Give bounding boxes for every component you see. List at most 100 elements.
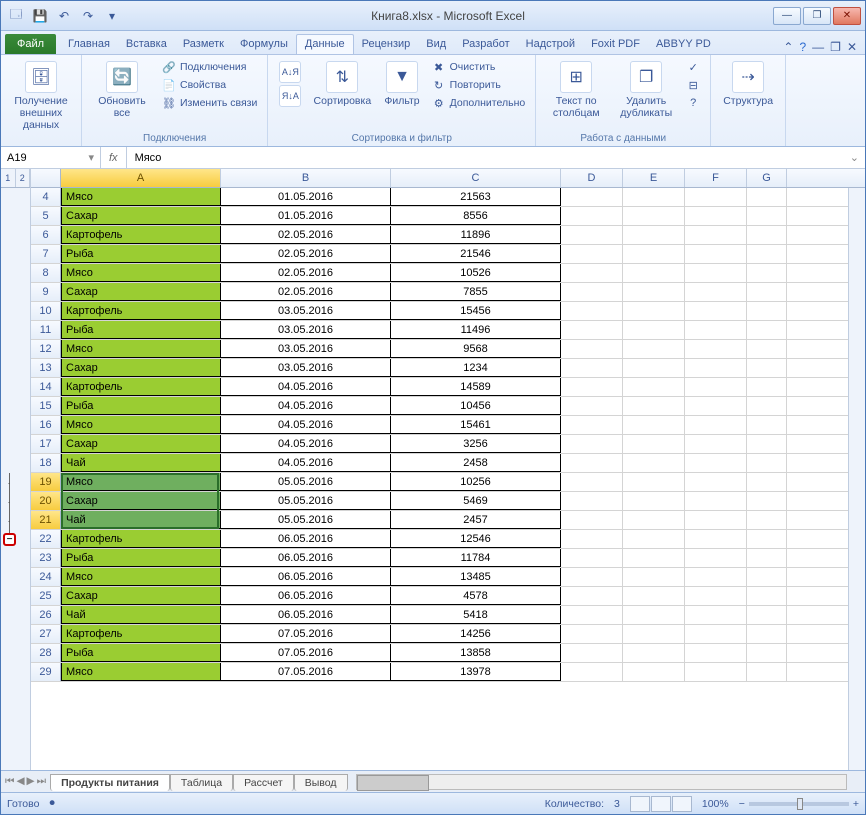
cell[interactable]: 15461 — [391, 416, 561, 434]
cell[interactable]: 02.05.2016 — [221, 245, 391, 263]
cell[interactable]: 03.05.2016 — [221, 340, 391, 358]
tab-file[interactable]: Файл — [5, 34, 56, 54]
cell[interactable] — [685, 416, 747, 434]
cell[interactable]: Картофель — [61, 302, 221, 320]
cell[interactable] — [685, 340, 747, 358]
text-to-columns-button[interactable]: ⊞ Текст по столбцам — [544, 59, 608, 121]
cell[interactable]: 5469 — [391, 492, 561, 510]
fx-icon[interactable]: fx — [101, 147, 127, 168]
advanced-filter-button[interactable]: ⚙Дополнительно — [430, 95, 528, 111]
cell[interactable]: 04.05.2016 — [221, 454, 391, 472]
cell[interactable]: 02.05.2016 — [221, 283, 391, 301]
sheet-nav-first-icon[interactable]: ⏮ — [5, 775, 14, 788]
sort-button[interactable]: ⇅ Сортировка — [310, 59, 374, 109]
zoom-level[interactable]: 100% — [702, 798, 729, 810]
row-header[interactable]: 13 — [31, 359, 61, 377]
cell[interactable]: Мясо — [61, 568, 221, 586]
cell[interactable]: 07.05.2016 — [221, 644, 391, 662]
cell[interactable] — [623, 226, 685, 244]
doc-restore-icon[interactable]: ❐ — [830, 40, 841, 54]
cell[interactable] — [747, 397, 787, 415]
cell[interactable]: 5418 — [391, 606, 561, 624]
cell[interactable] — [623, 435, 685, 453]
cell[interactable] — [561, 264, 623, 282]
cell[interactable] — [747, 378, 787, 396]
cell[interactable]: 13858 — [391, 644, 561, 662]
tab-insert[interactable]: Вставка — [118, 35, 175, 54]
vertical-scrollbar[interactable] — [848, 188, 865, 770]
tab-abbyy[interactable]: ABBYY PD — [648, 35, 719, 54]
doc-minimize-icon[interactable]: — — [812, 40, 824, 54]
cell[interactable] — [623, 492, 685, 510]
cell[interactable] — [685, 644, 747, 662]
cell[interactable] — [623, 397, 685, 415]
cell[interactable]: 21546 — [391, 245, 561, 263]
cell[interactable]: 05.05.2016 — [221, 473, 391, 491]
cell[interactable] — [561, 644, 623, 662]
cell[interactable] — [561, 492, 623, 510]
cell[interactable]: Картофель — [61, 530, 221, 548]
cell[interactable]: 10526 — [391, 264, 561, 282]
tab-data[interactable]: Данные — [296, 34, 354, 54]
cell[interactable]: Сахар — [61, 207, 221, 225]
sheet-nav-prev-icon[interactable]: ◀ — [16, 775, 24, 788]
cell[interactable]: 11896 — [391, 226, 561, 244]
cell[interactable] — [685, 530, 747, 548]
cell[interactable]: Рыба — [61, 549, 221, 567]
cell[interactable]: 06.05.2016 — [221, 568, 391, 586]
tab-developer[interactable]: Разработ — [454, 35, 517, 54]
filter-button[interactable]: ▼ Фильтр — [380, 59, 423, 109]
sheet-nav-next-icon[interactable]: ▶ — [27, 775, 35, 788]
cell[interactable]: 2457 — [391, 511, 561, 529]
col-header-C[interactable]: C — [391, 169, 561, 187]
cell[interactable] — [561, 587, 623, 605]
redo-icon[interactable]: ↷ — [77, 5, 99, 27]
cell[interactable] — [561, 416, 623, 434]
cell[interactable] — [561, 606, 623, 624]
cell[interactable] — [561, 188, 623, 206]
row-header[interactable]: 22 — [31, 530, 61, 548]
horizontal-scrollbar[interactable] — [356, 774, 848, 790]
cell[interactable]: 9568 — [391, 340, 561, 358]
cell[interactable]: Картофель — [61, 226, 221, 244]
cell[interactable] — [747, 264, 787, 282]
row-header[interactable]: 24 — [31, 568, 61, 586]
whatif-button[interactable]: ? — [684, 95, 702, 111]
cell[interactable]: Рыба — [61, 397, 221, 415]
edit-links-button[interactable]: ⛓Изменить связи — [160, 95, 259, 111]
cell[interactable]: 13978 — [391, 663, 561, 681]
zoom-track[interactable] — [749, 802, 849, 806]
cell[interactable] — [561, 340, 623, 358]
row-header[interactable]: 10 — [31, 302, 61, 320]
cell[interactable] — [623, 245, 685, 263]
cell[interactable] — [685, 454, 747, 472]
name-box[interactable]: A19 ▾ — [1, 147, 101, 168]
sheet-tab[interactable]: Вывод — [294, 774, 348, 791]
cell[interactable]: 01.05.2016 — [221, 207, 391, 225]
close-button[interactable]: ✕ — [833, 7, 861, 25]
cell[interactable]: 14256 — [391, 625, 561, 643]
cell[interactable]: 02.05.2016 — [221, 264, 391, 282]
cell[interactable] — [747, 283, 787, 301]
cell[interactable]: 07.05.2016 — [221, 625, 391, 643]
cell[interactable] — [747, 625, 787, 643]
cell[interactable] — [623, 264, 685, 282]
cell[interactable]: Чай — [61, 454, 221, 472]
cell[interactable] — [747, 302, 787, 320]
cell[interactable] — [623, 587, 685, 605]
cell[interactable] — [623, 340, 685, 358]
cell[interactable] — [623, 473, 685, 491]
tab-review[interactable]: Рецензир — [354, 35, 419, 54]
cell[interactable] — [561, 454, 623, 472]
cell[interactable] — [561, 283, 623, 301]
row-header[interactable]: 9 — [31, 283, 61, 301]
cell[interactable]: 03.05.2016 — [221, 302, 391, 320]
properties-button[interactable]: 📄Свойства — [160, 77, 259, 93]
cell[interactable] — [685, 606, 747, 624]
cell[interactable]: Мясо — [61, 473, 221, 491]
cell[interactable]: Картофель — [61, 625, 221, 643]
data-validation-button[interactable]: ✓ — [684, 59, 702, 75]
cell[interactable]: 13485 — [391, 568, 561, 586]
cell[interactable] — [623, 283, 685, 301]
cell[interactable] — [685, 226, 747, 244]
